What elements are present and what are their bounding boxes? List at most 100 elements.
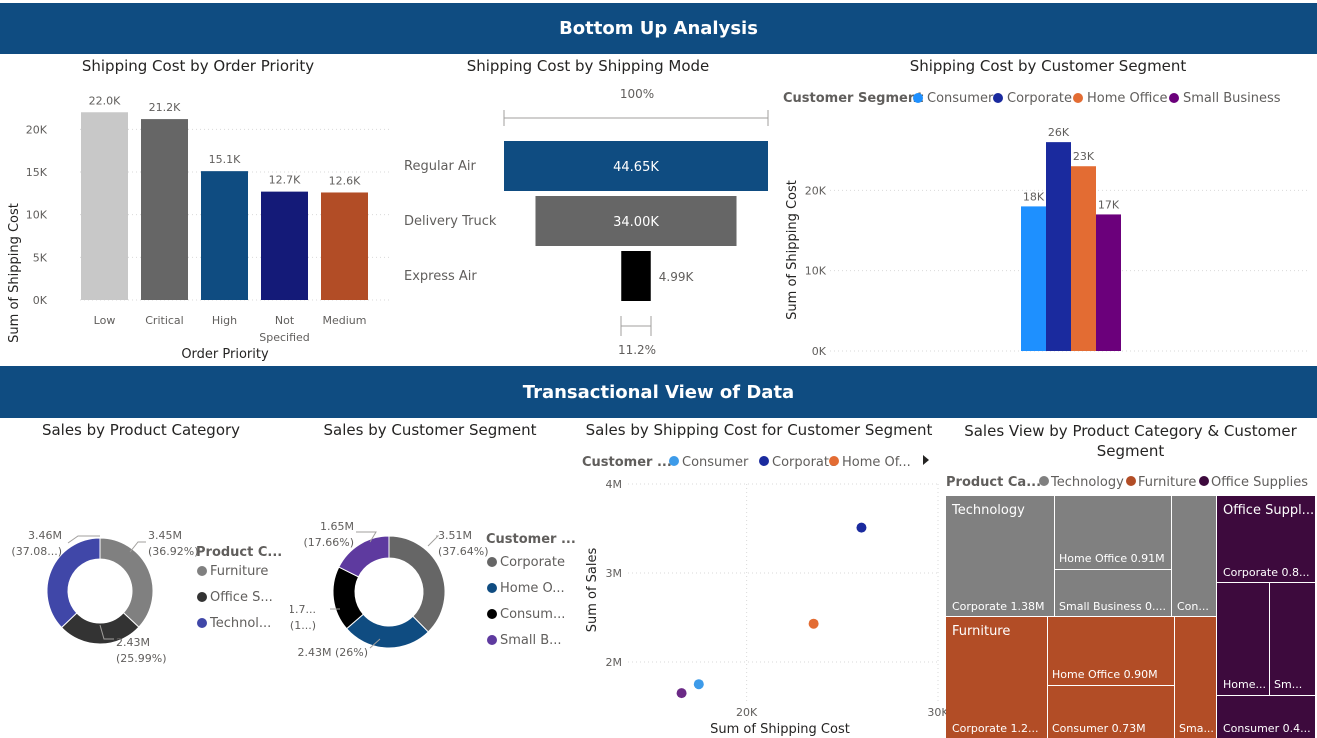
legend-item-label[interactable]: Office S...: [210, 590, 273, 605]
legend-marker: [913, 93, 923, 103]
donut-slice[interactable]: [388, 535, 446, 633]
slice-label-small-business: 1.65M (17.66%): [303, 520, 354, 549]
y-tick-label: 3M: [606, 567, 623, 580]
chart-order-priority: Sum of Shipping Cost Order Priority 0K 5K…: [7, 94, 390, 362]
donut-slice[interactable]: [345, 613, 429, 649]
legend-item-label[interactable]: Small B...: [500, 633, 562, 648]
treemap-group-label: Technology: [951, 503, 1025, 518]
slice-label-furniture: 3.45M (36.92%): [148, 529, 199, 558]
y-axis-label: Sum of Shipping Cost: [7, 203, 22, 343]
chart-sales-vs-shipping: Customer ... Consumer Corporate Home Of...…: [582, 455, 946, 737]
treemap-cell-label: Consumer 0.73M: [1052, 722, 1146, 735]
legend-item-label[interactable]: Corporate: [1007, 91, 1072, 106]
slice-label-consumer: 1.7... (1...): [290, 603, 316, 632]
treemap-group-office-supplies[interactable]: Office Suppl... Corporate 0.8... Home...…: [1216, 496, 1316, 738]
data-label: 21.2K: [149, 101, 181, 114]
legend-item-label[interactable]: Home Office: [1087, 91, 1167, 106]
bar[interactable]: [1096, 214, 1121, 351]
legend-item-label[interactable]: Small Business: [1183, 91, 1281, 106]
scatter-point[interactable]: [808, 618, 819, 629]
bar[interactable]: [1021, 206, 1046, 351]
legend-marker: [759, 456, 769, 466]
data-label: 12.7K: [269, 174, 301, 187]
legend-marker: [829, 456, 839, 466]
legend-item-label[interactable]: Technology: [1050, 475, 1124, 490]
funnel-bottom-bracket: [620, 316, 652, 336]
donut-slice[interactable]: [99, 537, 154, 628]
legend-marker: [1199, 476, 1209, 486]
bar[interactable]: [81, 112, 128, 300]
treemap-cell-label: Corporate 1.2...: [952, 722, 1038, 735]
legend-title[interactable]: Customer Segment: [783, 91, 923, 106]
treemap-group-technology[interactable]: Technology Corporate 1.38M Home Office 0…: [946, 496, 1216, 616]
y-tick-label: 15K: [26, 166, 48, 179]
legend-item-label[interactable]: Corporate: [500, 555, 565, 570]
funnel-bar[interactable]: [621, 251, 651, 301]
data-label: 17K: [1098, 198, 1120, 211]
y-tick-label: 2M: [606, 656, 623, 669]
slice-label-corporate: 3.51M (37.64%): [438, 529, 489, 558]
legend-item-label[interactable]: Furniture: [1138, 475, 1196, 490]
funnel-category-label: Express Air: [404, 269, 477, 284]
legend-marker: [197, 618, 207, 628]
slice-label-technology: 3.46M (37.08...): [11, 529, 62, 558]
treemap-cell-label: Con...: [1177, 600, 1209, 613]
scatter-point[interactable]: [693, 679, 704, 690]
legend-marker: [487, 583, 497, 593]
bar[interactable]: [141, 119, 188, 300]
legend-title[interactable]: Product Ca...: [946, 475, 1041, 490]
chart-title-customer-segment: Shipping Cost by Customer Segment: [909, 57, 1187, 75]
data-label: 15.1K: [209, 153, 241, 166]
bar[interactable]: [261, 191, 308, 300]
treemap-cell-label: Sma...: [1179, 722, 1214, 735]
treemap-cell-label: Small Business 0....: [1059, 600, 1166, 613]
x-tick-label: Low: [94, 314, 116, 327]
legend-scroll-right-icon[interactable]: [923, 455, 929, 465]
x-tick-label: Not Specified: [259, 314, 310, 344]
funnel-category-label: Delivery Truck: [404, 214, 497, 229]
legend-item-label[interactable]: Furniture: [210, 564, 268, 579]
treemap-cell-label: Corporate 1.38M: [952, 600, 1044, 613]
x-tick-label: Critical: [145, 314, 183, 327]
x-axis-label: Order Priority: [181, 347, 269, 362]
legend-item-label[interactable]: Home Of...: [842, 455, 911, 470]
legend-item-label[interactable]: Office Supplies: [1211, 475, 1308, 490]
treemap-cell-label: Home Office 0.91M: [1059, 552, 1165, 565]
y-tick-label: 0K: [812, 345, 827, 358]
funnel-value-label: 34.00K: [613, 215, 659, 230]
treemap-cell-label: Home Office 0.90M: [1052, 668, 1158, 681]
legend-item-label[interactable]: Home O...: [500, 581, 565, 596]
scatter-point[interactable]: [676, 688, 687, 699]
legend-item-label[interactable]: Consumer: [927, 91, 994, 106]
bar[interactable]: [201, 171, 248, 300]
chart-title-sales-category: Sales by Product Category: [41, 421, 241, 439]
x-axis-label: Sum of Shipping Cost: [710, 722, 850, 737]
legend-item-label[interactable]: Corporate: [772, 455, 837, 470]
legend-marker: [487, 635, 497, 645]
y-tick-label: 10K: [26, 209, 48, 222]
treemap-group-label: Office Suppl...: [1223, 503, 1314, 518]
legend-title[interactable]: Product C...: [196, 545, 282, 560]
bar[interactable]: [1071, 166, 1096, 351]
legend-title[interactable]: Customer ...: [486, 532, 576, 547]
chart-treemap: Technology Corporate 1.38M Home Office 0…: [946, 496, 1316, 738]
data-label: 18K: [1023, 190, 1045, 203]
legend-item-label[interactable]: Consumer: [682, 455, 749, 470]
treemap-cell-label: Home...: [1223, 678, 1266, 691]
legend-marker: [487, 609, 497, 619]
data-label: 23K: [1073, 150, 1095, 163]
funnel-top-bracket: [503, 110, 769, 126]
y-tick-label: 10K: [805, 265, 827, 278]
chart-shipping-mode: 100% Regular Air 44.65K Delivery Truck 34.0…: [404, 87, 769, 357]
legend-item-label[interactable]: Consum...: [500, 607, 565, 622]
x-tick-label: 20K: [736, 706, 758, 719]
legend-marker: [1169, 93, 1179, 103]
legend-item-label[interactable]: Technol...: [209, 616, 271, 631]
treemap-group-furniture[interactable]: Furniture Corporate 1.2... Home Office 0…: [946, 616, 1216, 738]
bar[interactable]: [1046, 142, 1071, 351]
scatter-point[interactable]: [856, 522, 867, 533]
legend-marker: [1126, 476, 1136, 486]
legend-marker: [197, 566, 207, 576]
legend-title[interactable]: Customer ...: [582, 455, 672, 470]
bar[interactable]: [321, 192, 368, 300]
